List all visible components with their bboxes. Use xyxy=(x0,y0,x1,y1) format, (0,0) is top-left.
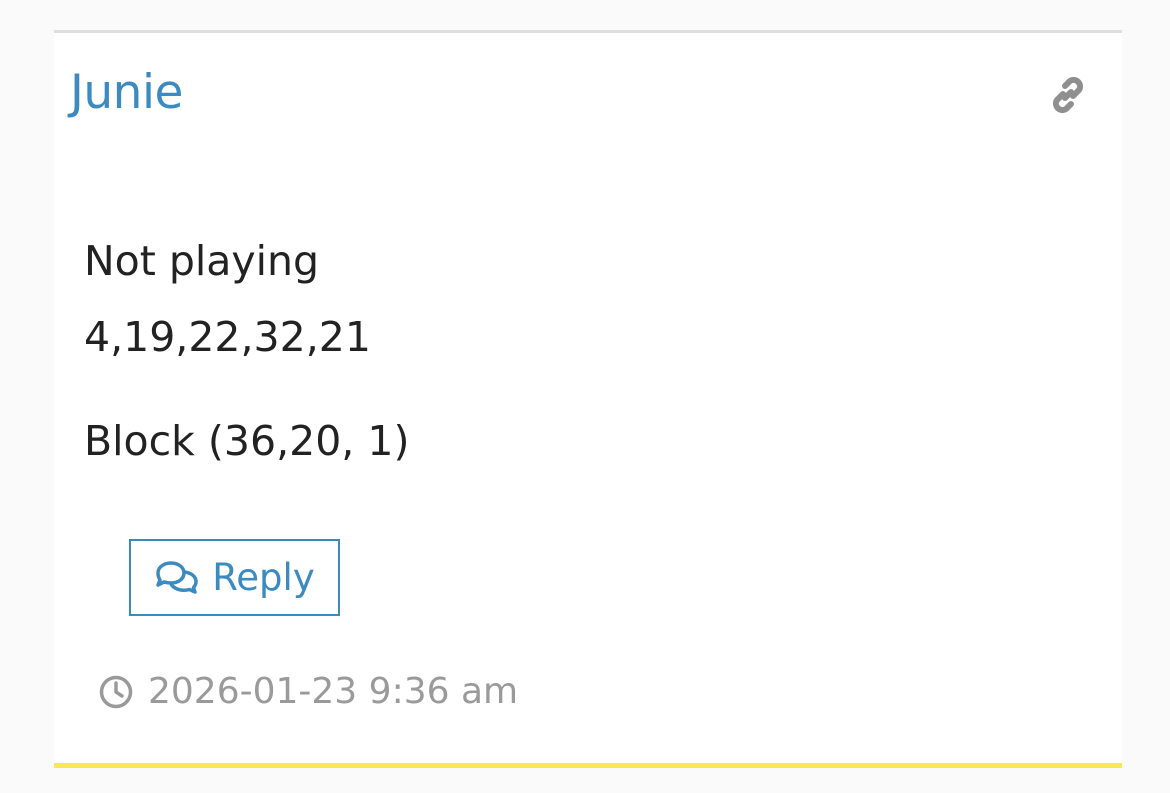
comment-text-line: Block (36,20, 1) xyxy=(84,417,410,465)
timestamp-text: 2026-01-23 9:36 am xyxy=(148,671,519,712)
comment-timestamp: 2026-01-23 9:36 am xyxy=(98,669,518,715)
comment-author-link[interactable]: Junie xyxy=(70,63,183,123)
comment-card: Junie Not playing 4,19,22,32,21 Block (3… xyxy=(54,30,1122,768)
reply-button-label: Reply xyxy=(212,556,315,599)
page: Junie Not playing 4,19,22,32,21 Block (3… xyxy=(0,0,1170,793)
chat-bubbles-icon xyxy=(154,559,200,597)
link-icon[interactable] xyxy=(1044,71,1092,119)
comment-text-line: 4,19,22,32,21 xyxy=(84,313,371,361)
clock-icon xyxy=(98,674,134,710)
comment-text-line: Not playing xyxy=(84,237,320,285)
reply-button[interactable]: Reply xyxy=(129,539,340,616)
